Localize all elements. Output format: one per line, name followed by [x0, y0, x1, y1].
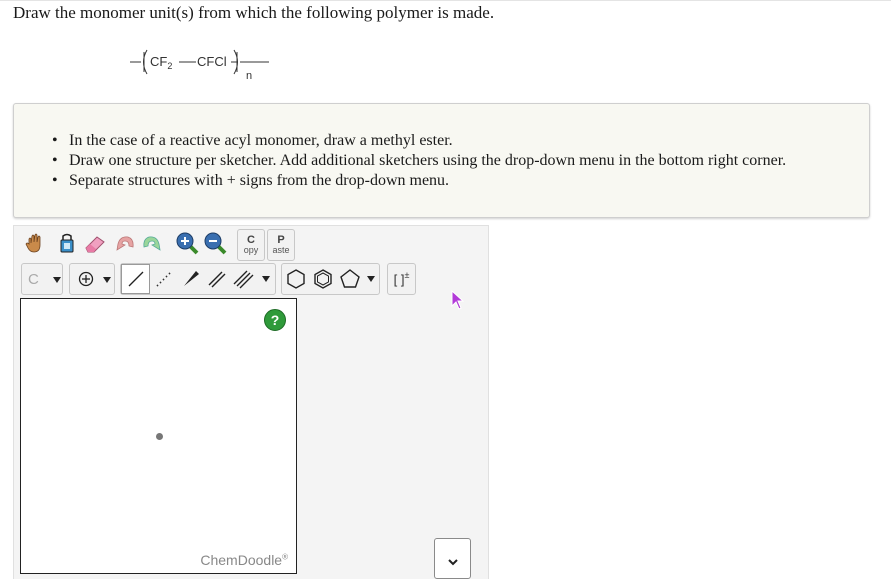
chevron-down-icon	[367, 276, 375, 282]
atom-label: C	[28, 270, 39, 288]
bracket-button[interactable]: [ ] ±	[387, 263, 416, 295]
chevron-down-icon	[53, 277, 61, 283]
paste-button-initial: P	[277, 234, 285, 246]
paste-button[interactable]: P aste	[267, 229, 295, 261]
triple-bond-icon[interactable]	[231, 264, 257, 294]
copy-button-rest: opy	[243, 245, 259, 255]
instruction-item: Draw one structure per sketcher. Add add…	[52, 151, 786, 171]
bond-type-dropdown[interactable]	[258, 264, 274, 294]
top-divider	[0, 0, 891, 1]
hashed-bond-icon[interactable]	[151, 264, 177, 294]
bracket-label: [ ]	[393, 271, 405, 287]
atom-label-dropdown[interactable]: C	[21, 263, 63, 295]
svg-text:CF2: CF2	[150, 54, 172, 71]
redo-icon[interactable]	[139, 230, 165, 256]
paste-button-rest: aste	[272, 245, 290, 255]
polymer-left-subscript: 2	[167, 61, 172, 71]
polymer-left-unit: CF	[150, 54, 167, 69]
lasso-select-icon[interactable]	[53, 230, 79, 256]
single-bond-icon[interactable]	[121, 264, 150, 294]
canvas-cursor-dot	[156, 433, 163, 440]
polymer-structure: CF2 CFCl n	[130, 49, 269, 82]
mouse-cursor-icon	[451, 290, 465, 310]
copy-button[interactable]: C opy	[237, 229, 265, 261]
chevron-down-icon	[447, 559, 458, 566]
benzene-icon[interactable]	[310, 264, 336, 294]
cyclohexane-icon[interactable]	[283, 264, 309, 294]
instruction-item: In the case of a reactive acyl monomer, …	[52, 131, 786, 151]
eraser-icon[interactable]	[82, 230, 108, 256]
charge-plus-icon	[78, 271, 94, 287]
ring-type-dropdown[interactable]	[364, 264, 378, 294]
zoom-out-icon[interactable]	[202, 230, 228, 256]
charge-dropdown[interactable]	[69, 263, 115, 295]
polymer-right-unit: CFCl	[197, 54, 227, 69]
polymer-repeat: n	[246, 70, 252, 82]
chevron-down-icon	[103, 277, 111, 283]
add-sketcher-dropdown[interactable]	[434, 538, 471, 579]
chevron-down-icon	[262, 276, 270, 282]
zoom-in-icon[interactable]	[174, 230, 200, 256]
chemdoodle-watermark: ChemDoodle®	[200, 552, 288, 568]
instruction-list: In the case of a reactive acyl monomer, …	[52, 131, 786, 191]
wedge-bond-icon[interactable]	[178, 264, 204, 294]
double-bond-icon[interactable]	[204, 264, 230, 294]
sketcher-canvas[interactable]: ? ChemDoodle®	[20, 298, 297, 574]
watermark-text: ChemDoodle	[200, 552, 283, 568]
watermark-registered: ®	[282, 552, 288, 562]
copy-button-initial: C	[247, 234, 255, 246]
undo-icon[interactable]	[112, 230, 138, 256]
help-icon[interactable]: ?	[264, 309, 286, 331]
question-text: Draw the monomer unit(s) from which the …	[13, 3, 495, 22]
cyclopentane-icon[interactable]	[337, 264, 363, 294]
bracket-charge-label: ±	[404, 270, 410, 280]
instruction-item: Separate structures with + signs from th…	[52, 171, 786, 191]
hand-pan-icon[interactable]	[22, 230, 48, 256]
instructions-box: In the case of a reactive acyl monomer, …	[13, 103, 870, 218]
